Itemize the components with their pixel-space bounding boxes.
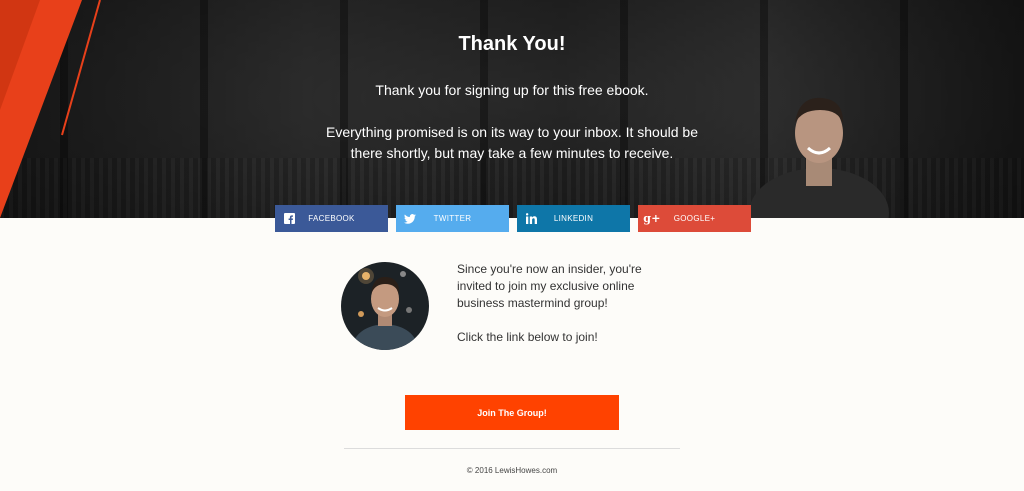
google-plus-share-button[interactable]: g+ GOOGLE+ xyxy=(638,205,751,232)
hero-person-image xyxy=(749,97,889,218)
facebook-share-button[interactable]: FACEBOOK xyxy=(275,205,388,232)
linkedin-icon xyxy=(517,205,545,232)
hero-message-line2: Everything promised is on its way to you… xyxy=(326,124,698,161)
hero-message-line1: Thank you for signing up for this free e… xyxy=(375,82,649,98)
footer-copyright: © 2016 LewisHowes.com xyxy=(466,466,558,475)
facebook-share-label: FACEBOOK xyxy=(308,214,355,223)
facebook-icon xyxy=(275,205,303,232)
page-title: Thank You! xyxy=(458,33,566,55)
twitter-share-label: TWITTER xyxy=(433,214,472,223)
twitter-share-button[interactable]: TWITTER xyxy=(396,205,509,232)
google-plus-icon: g+ xyxy=(643,212,661,225)
footer-divider xyxy=(344,448,680,449)
hero-banner: Thank You! Thank you for signing up for … xyxy=(0,0,1024,218)
avatar xyxy=(341,262,429,350)
invite-cta-text: Click the link below to join! xyxy=(457,330,598,344)
linkedin-share-button[interactable]: LINKEDIN xyxy=(517,205,630,232)
linkedin-share-label: LINKEDIN xyxy=(553,214,594,223)
join-group-button[interactable]: Join The Group! xyxy=(405,395,619,430)
social-share-bar: FACEBOOK TWITTER LINKEDIN g+ GOOGLE+ xyxy=(275,205,751,232)
invite-message: Since you're now an insider, you're invi… xyxy=(457,261,677,346)
twitter-icon xyxy=(396,205,424,232)
google-plus-share-label: GOOGLE+ xyxy=(673,214,716,223)
invite-text: Since you're now an insider, you're invi… xyxy=(457,262,642,310)
